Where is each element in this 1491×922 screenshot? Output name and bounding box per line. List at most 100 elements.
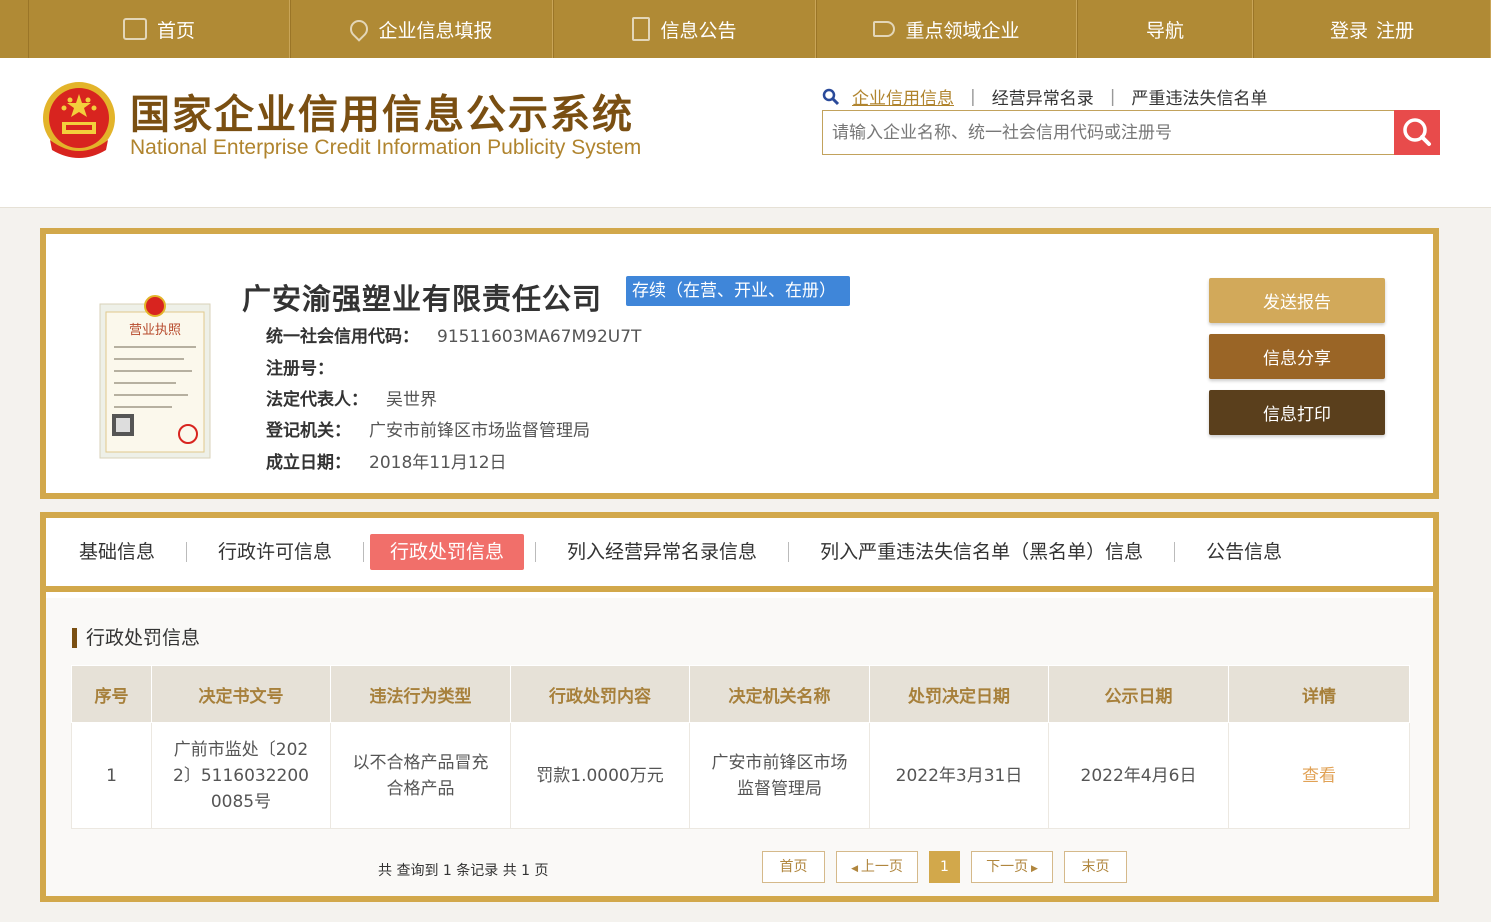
- magnifier-icon: [822, 88, 840, 105]
- registration-number-row: 注册号：: [266, 354, 352, 379]
- chevron-right-icon: ▶: [1028, 864, 1038, 874]
- record-summary: 共 查询到 1 条记录 共 1 页: [378, 863, 549, 879]
- tab-abnormal-operation[interactable]: 列入经营异常名录信息: [547, 534, 777, 570]
- column-header: 公示日期: [1048, 665, 1229, 723]
- search-input[interactable]: [823, 111, 1395, 154]
- tab-announcements[interactable]: 公告信息: [1186, 534, 1302, 570]
- legal-representative-row: 法定代表人： 吴世界: [266, 385, 437, 410]
- registration-authority-row: 登记机关： 广安市前锋区市场监督管理局: [266, 416, 590, 441]
- column-header: 决定机关名称: [689, 665, 870, 723]
- nav-account: 登录 注册: [1253, 0, 1491, 58]
- column-header: 序号: [71, 665, 152, 723]
- top-navigation: 首页 企业信息填报 信息公告 重点领域企业 导航 登录 注册: [0, 0, 1491, 58]
- divider: |: [1109, 86, 1116, 107]
- credit-code-label: 统一社会信用代码：: [266, 327, 419, 347]
- established-date-label: 成立日期：: [266, 453, 351, 473]
- document-icon: [632, 17, 651, 41]
- column-header: 行政处罚内容: [510, 665, 690, 723]
- search-box: [822, 110, 1440, 155]
- company-summary-card: 营业执照 广安渝强塑业有限责任公司 存续（在营、开业、在册） 统一社会信用代码：…: [40, 228, 1439, 499]
- registration-authority-label: 登记机关：: [266, 421, 351, 441]
- nav-announcements[interactable]: 信息公告: [553, 0, 816, 58]
- penalty-table: 序号 决定书文号 违法行为类型 行政处罚内容 决定机关名称 处罚决定日期 公示日…: [71, 665, 1410, 829]
- tab-basic-info[interactable]: 基础信息: [59, 534, 175, 570]
- penalty-content: 行政处罚信息 序号 决定书文号 违法行为类型 行政处罚内容 决定机关名称 处罚决…: [46, 598, 1433, 896]
- nav-key-sectors[interactable]: 重点领域企业: [816, 0, 1077, 58]
- pagination-prev-label: 上一页: [860, 859, 903, 875]
- nav-home-label: 首页: [156, 19, 195, 42]
- pagination-last[interactable]: 末页: [1064, 851, 1127, 883]
- column-header: 处罚决定日期: [869, 665, 1049, 723]
- pagination-next-label: 下一页: [986, 859, 1029, 875]
- national-emblem-icon: [43, 82, 115, 158]
- site-title: 国家企业信用信息公示系统: [130, 92, 634, 138]
- business-license-icon: 营业执照: [99, 295, 211, 459]
- view-detail-link[interactable]: 查看: [1228, 722, 1410, 829]
- search-category-tabs: 企业信用信息 | 经营异常名录 | 严重违法失信名单: [822, 84, 1267, 109]
- tab-admin-penalty[interactable]: 行政处罚信息: [370, 534, 525, 570]
- tab-divider: [363, 542, 365, 562]
- pagination-prev[interactable]: ◀ 上一页: [836, 851, 918, 883]
- nav-home[interactable]: 首页: [28, 0, 290, 58]
- registration-authority-value: 广安市前锋区市场监督管理局: [369, 421, 590, 441]
- search-tab-credit-info[interactable]: 企业信用信息: [852, 84, 954, 109]
- section-title: 行政处罚信息: [72, 628, 200, 648]
- speaker-icon: [873, 21, 896, 37]
- nav-key-sectors-label: 重点领域企业: [905, 19, 1020, 42]
- send-report-button[interactable]: 发送报告: [1209, 278, 1385, 323]
- table-row: 1 广前市监处〔2022〕51160322000085号 以不合格产品冒充合格产…: [71, 722, 1410, 829]
- column-header: 决定书文号: [151, 665, 331, 723]
- search-tab-abnormal-list[interactable]: 经营异常名录: [992, 84, 1094, 109]
- divider: |: [970, 86, 976, 107]
- cell-authority: 广安市前锋区市场监督管理局: [689, 722, 870, 829]
- nav-navigation[interactable]: 导航: [1077, 0, 1253, 58]
- registration-number-label: 注册号：: [266, 359, 334, 379]
- nav-enterprise-report-label: 企业信息填报: [378, 19, 493, 42]
- column-header: 详情: [1228, 665, 1410, 723]
- credit-code-row: 统一社会信用代码： 91511603MA67M92U7T: [266, 322, 641, 347]
- cell-decision-date: 2022年3月31日: [869, 722, 1049, 829]
- tab-blacklist[interactable]: 列入严重违法失信名单（黑名单）信息: [800, 534, 1163, 570]
- search-icon: [1403, 118, 1431, 146]
- license-caption: 营业执照: [129, 323, 181, 338]
- nav-announcements-label: 信息公告: [660, 19, 737, 42]
- column-header: 违法行为类型: [330, 665, 511, 723]
- chevron-left-icon: ◀: [851, 864, 861, 874]
- cell-decision-number: 广前市监处〔2022〕51160322000085号: [151, 722, 331, 829]
- print-info-button[interactable]: 信息打印: [1209, 390, 1385, 435]
- pagination-first[interactable]: 首页: [762, 851, 825, 883]
- cell-violation-type: 以不合格产品冒充合格产品: [330, 722, 511, 829]
- register-link[interactable]: 注册: [1376, 16, 1414, 43]
- table-header-row: 序号 决定书文号 违法行为类型 行政处罚内容 决定机关名称 处罚决定日期 公示日…: [71, 665, 1410, 723]
- cell-publish-date: 2022年4月6日: [1048, 722, 1229, 829]
- search-tab-blacklist[interactable]: 严重违法失信名单: [1131, 84, 1267, 109]
- credit-code-value: 91511603MA67M92U7T: [437, 327, 642, 347]
- share-info-button[interactable]: 信息分享: [1209, 334, 1385, 379]
- nav-navigation-label: 导航: [1145, 19, 1184, 42]
- pagination-next[interactable]: 下一页 ▶: [971, 851, 1053, 883]
- tab-bar: 基础信息 行政许可信息 行政处罚信息 列入经营异常名录信息 列入严重违法失信名单…: [46, 518, 1433, 592]
- pagination-current-page[interactable]: 1: [929, 851, 960, 883]
- tab-divider: [186, 542, 188, 562]
- legal-representative-value: 吴世界: [386, 390, 437, 410]
- tab-divider: [788, 542, 790, 562]
- company-name: 广安渝强塑业有限责任公司: [242, 282, 603, 316]
- search-button[interactable]: [1394, 110, 1440, 155]
- legal-representative-label: 法定代表人：: [266, 390, 368, 410]
- detail-panel: 基础信息 行政许可信息 行政处罚信息 列入经营异常名录信息 列入严重违法失信名单…: [40, 512, 1439, 902]
- business-license-image[interactable]: 营业执照: [98, 290, 212, 460]
- nav-enterprise-report[interactable]: 企业信息填报: [290, 0, 553, 58]
- monitor-icon: [122, 18, 147, 40]
- pen-icon: [346, 16, 373, 42]
- site-subtitle: National Enterprise Credit Information P…: [130, 136, 642, 159]
- cell-index: 1: [71, 722, 152, 829]
- tab-admin-license[interactable]: 行政许可信息: [198, 534, 352, 570]
- tab-divider: [535, 542, 537, 562]
- login-link[interactable]: 登录: [1330, 16, 1368, 43]
- established-date-value: 2018年11月12日: [369, 453, 507, 473]
- established-date-row: 成立日期： 2018年11月12日: [266, 448, 507, 473]
- cell-penalty-content: 罚款1.0000万元: [510, 722, 690, 829]
- tab-divider: [1174, 542, 1176, 562]
- status-badge: 存续（在营、开业、在册）: [626, 276, 850, 306]
- site-header: 国家企业信用信息公示系统 National Enterprise Credit …: [0, 58, 1491, 208]
